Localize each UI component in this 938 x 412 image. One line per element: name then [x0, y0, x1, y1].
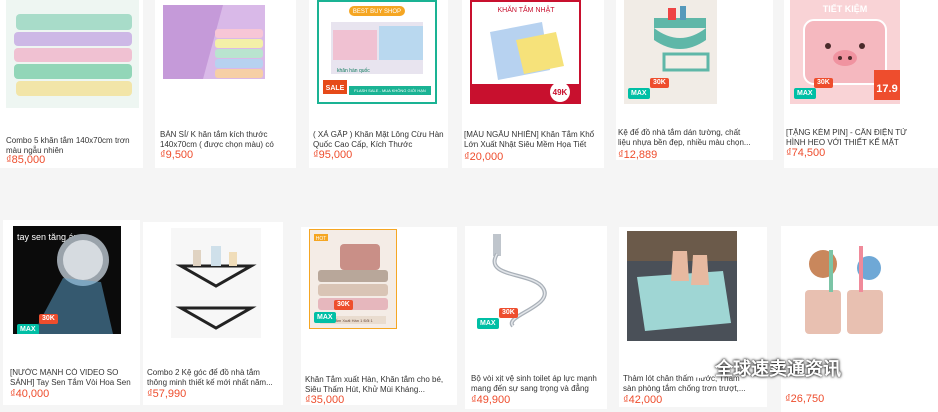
product-card[interactable]: Combo 5 khăn tắm 140x70cm trơn màu ngẫu …	[0, 0, 143, 168]
watermark: 全球速卖通资讯	[683, 355, 841, 381]
product-title[interactable]: BÁN SỈ/ K hăn tắm kích thước 140x70cm ( …	[160, 130, 293, 150]
product-card[interactable]: ₫26,750	[781, 226, 938, 412]
product-card[interactable]: BÁN SỈ/ K hăn tắm kích thước 140x70cm ( …	[155, 0, 296, 168]
product-image[interactable]: BEST BUY SHOP khăn hàn quốc SALE FLASH S…	[317, 0, 437, 104]
product-image[interactable]: TIẾT KIỆM 17.9 30K MAX	[790, 0, 900, 104]
product-title[interactable]: Combo 2 Kệ góc để đồ nhà tắm thông minh …	[147, 368, 279, 388]
svg-text:FLASH SALE - MUA KHÔNG GIỚI HẠ: FLASH SALE - MUA KHÔNG GIỚI HẠN	[354, 88, 426, 93]
freeship-max-badge: MAX	[794, 88, 816, 99]
product-price: ₫42,000	[623, 394, 663, 406]
product-image[interactable]	[171, 228, 261, 338]
product-title[interactable]: [MÀU NGẪU NHIÊN] Khăn Tắm Khổ Lớn Xuất N…	[464, 130, 597, 150]
product-image[interactable]: 30K MAX	[473, 228, 565, 330]
product-price: ₫26,750	[785, 393, 825, 405]
freeship-max-badge: MAX	[314, 312, 336, 323]
product-card[interactable]: HOT Tắm Xuất Hàn 1 Đổi 1 30K MAX Khăn Tắ…	[301, 227, 457, 406]
product-price: ₫85,000	[6, 154, 46, 166]
voucher-badge: 30K	[814, 78, 833, 88]
voucher-badge: 30K	[39, 314, 58, 324]
product-card[interactable]: KHĂN TẮM NHẬT 49K [MÀU NGẪU NHIÊN] Khăn …	[462, 0, 604, 168]
svg-text:49K: 49K	[553, 88, 568, 97]
product-card[interactable]: TIẾT KIỆM 17.9 30K MAX [TẶNG KÈM PIN] - …	[784, 0, 938, 168]
freeship-max-badge: MAX	[628, 88, 650, 99]
svg-text:HOT: HOT	[316, 236, 327, 242]
product-card[interactable]: 30K MAX Bộ vòi xịt vệ sinh toilet áp lực…	[465, 226, 607, 409]
product-price: ₫40,000	[10, 388, 50, 400]
product-card[interactable]: tay sen tăng áp 30K MAX [NƯỚC MẠNH CÓ VI…	[3, 220, 140, 405]
product-image[interactable]: tay sen tăng áp 30K MAX	[13, 226, 121, 334]
product-price: ₫57,990	[147, 388, 187, 400]
product-image[interactable]	[627, 231, 737, 341]
product-image[interactable]: KHĂN TẮM NHẬT 49K	[470, 0, 581, 104]
product-price: ₫12,889	[618, 149, 658, 161]
product-image[interactable]	[789, 230, 901, 340]
svg-text:SALE: SALE	[326, 85, 345, 92]
voucher-badge: 30K	[650, 78, 669, 88]
product-title[interactable]: Khăn Tắm xuất Hàn, Khăn tắm cho bé, Siêu…	[305, 375, 445, 395]
svg-text:TIẾT KIỆM: TIẾT KIỆM	[823, 3, 868, 14]
product-title[interactable]: [NƯỚC MẠNH CÓ VIDEO SO SÁNH] Tay Sen Tắm…	[10, 368, 140, 388]
product-title[interactable]: Combo 5 khăn tắm 140x70cm trơn màu ngẫu …	[6, 136, 139, 156]
product-card[interactable]: 30K MAX Kệ để đồ nhà tắm dán tường, chất…	[616, 0, 773, 161]
product-title[interactable]: [TẶNG KÈM PIN] - CÂN ĐIỆN TỬ HÌNH HEO VỚ…	[786, 128, 919, 148]
freeship-max-badge: MAX	[17, 324, 39, 334]
voucher-badge: 30K	[499, 308, 518, 318]
product-price: ₫49,900	[471, 394, 511, 406]
freeship-max-badge: MAX	[477, 318, 499, 329]
voucher-badge: 30K	[334, 300, 353, 310]
shop-label: BEST BUY SHOP	[353, 9, 401, 15]
svg-text:khăn hàn quốc: khăn hàn quốc	[337, 68, 370, 74]
wechat-icon	[683, 358, 709, 378]
product-image[interactable]: 30K MAX	[624, 0, 717, 104]
product-price: ₫74,500	[786, 147, 826, 159]
product-card[interactable]: Combo 2 Kệ góc để đồ nhà tắm thông minh …	[143, 222, 283, 405]
product-card[interactable]: BEST BUY SHOP khăn hàn quốc SALE FLASH S…	[309, 0, 448, 168]
svg-text:KHĂN TẮM NHẬT: KHĂN TẮM NHẬT	[497, 5, 555, 14]
product-image[interactable]	[163, 5, 265, 79]
product-image[interactable]	[6, 0, 139, 108]
svg-text:17.9: 17.9	[876, 83, 897, 95]
product-title[interactable]: ( XẢ GẤP ) Khăn Mặt Lông Cừu Hàn Quốc Ca…	[313, 130, 446, 150]
watermark-text: 全球速卖通资讯	[715, 359, 841, 380]
product-price: ₫20,000	[464, 151, 504, 163]
svg-text:Tắm Xuất Hàn 1 Đổi 1: Tắm Xuất Hàn 1 Đổi 1	[333, 318, 373, 323]
product-title[interactable]: Bộ vòi xịt vệ sinh toilet áp lực mạnh ma…	[471, 374, 599, 394]
product-price: ₫9,500	[160, 149, 194, 161]
product-price: ₫35,000	[305, 394, 345, 406]
product-price: ₫95,000	[313, 149, 353, 161]
product-image[interactable]: HOT Tắm Xuất Hàn 1 Đổi 1 30K MAX	[309, 229, 397, 329]
